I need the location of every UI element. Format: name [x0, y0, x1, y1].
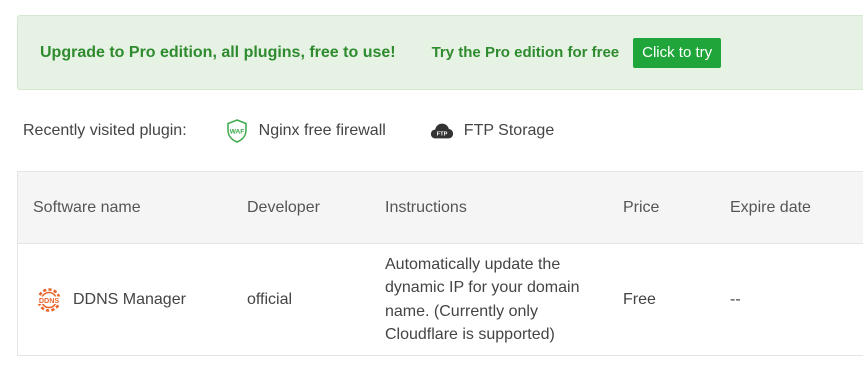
ddns-icon-text: DDNS [39, 295, 60, 304]
price-cell: Free [623, 290, 656, 308]
table-row[interactable]: DDNS DDNS Manager official Automatically… [18, 244, 863, 355]
recent-label: Recently visited plugin: [23, 122, 187, 139]
click-to-try-button[interactable]: Click to try [633, 37, 722, 68]
recent-plugin-label: FTP Storage [463, 122, 555, 139]
plugin-table: Software name Developer Instructions Pri… [17, 171, 863, 356]
table-header: Software name Developer Instructions Pri… [18, 172, 863, 244]
pro-upgrade-banner: Upgrade to Pro edition, all plugins, fre… [17, 15, 863, 90]
promo-title: Upgrade to Pro edition, all plugins, fre… [40, 43, 396, 61]
recent-plugin-ftp-storage[interactable]: FTP FTP Storage [430, 119, 554, 143]
waf-shield-icon: WAF [225, 119, 249, 143]
header-developer[interactable]: Developer [247, 199, 320, 217]
waf-badge-text: WAF [229, 129, 243, 136]
header-price[interactable]: Price [623, 199, 659, 217]
header-expire-date[interactable]: Expire date [730, 199, 811, 217]
ddns-icon: DDNS [33, 284, 65, 316]
ftp-cloud-icon: FTP [430, 119, 454, 143]
ftp-badge-text: FTP [436, 131, 447, 137]
recent-plugin-label: Nginx free firewall [258, 122, 386, 139]
header-instructions: Instructions [385, 198, 467, 216]
software-name: DDNS Manager [73, 290, 186, 308]
instructions-cell: Automatically update the dynamic IP for … [385, 255, 580, 344]
developer-cell: official [247, 290, 293, 308]
software-name-cell[interactable]: DDNS DDNS Manager [33, 284, 186, 316]
expire-date-cell: -- [730, 290, 741, 308]
recently-visited-bar: Recently visited plugin: WAF Nginx free … [23, 119, 598, 143]
promo-try-text: Try the Pro edition for free [431, 44, 620, 61]
recent-plugin-nginx-firewall[interactable]: WAF Nginx free firewall [225, 119, 386, 143]
header-software-name[interactable]: Software name [33, 199, 141, 217]
